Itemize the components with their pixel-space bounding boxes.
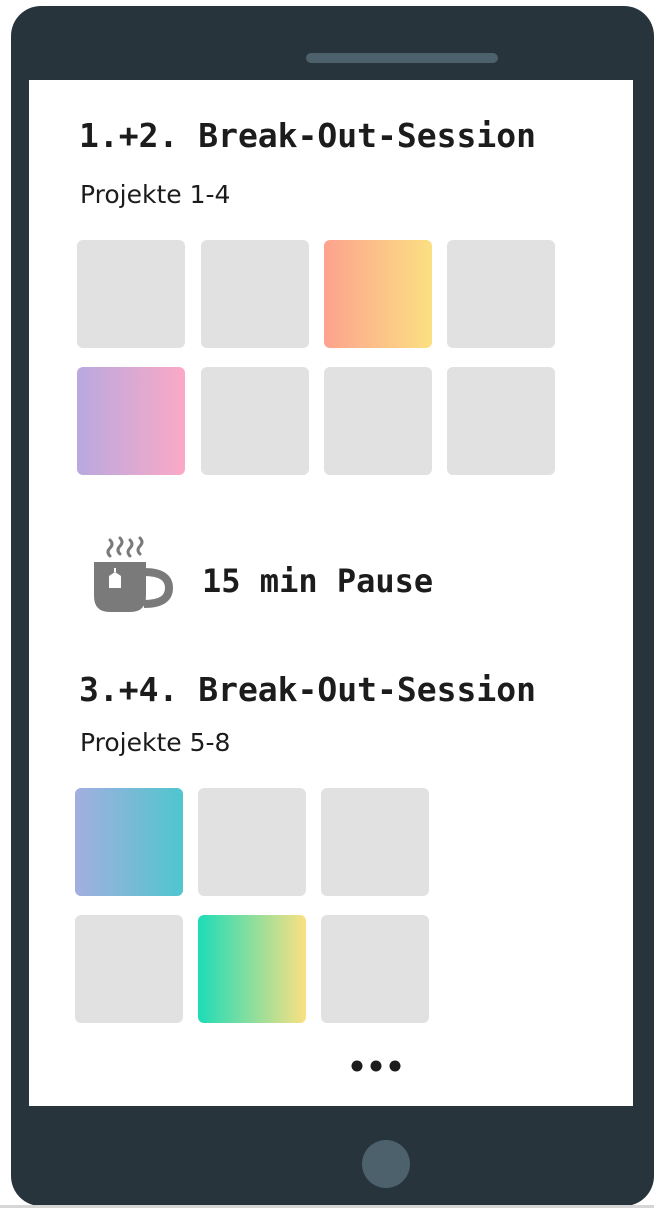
project-tile-highlighted[interactable] — [77, 367, 185, 475]
project-tile[interactable] — [77, 240, 185, 348]
project-tile[interactable] — [324, 367, 432, 475]
project-tile-highlighted[interactable] — [75, 788, 183, 896]
project-tile[interactable] — [321, 788, 429, 896]
pause-label: 15 min Pause — [202, 562, 434, 600]
project-tile[interactable] — [201, 240, 309, 348]
phone-screen: 1.+2. Break-Out-Session Projekte 1-4 15 … — [29, 80, 633, 1106]
ellipsis-icon[interactable] — [349, 1055, 405, 1077]
project-tile[interactable] — [447, 367, 555, 475]
project-tile-highlighted[interactable] — [198, 915, 306, 1023]
project-tile[interactable] — [198, 788, 306, 896]
session-2-subtitle: Projekte 5-8 — [80, 728, 231, 757]
session-2-title: 3.+4. Break-Out-Session — [79, 670, 536, 709]
session-1-title: 1.+2. Break-Out-Session — [79, 116, 536, 155]
home-button[interactable] — [362, 1140, 410, 1188]
session-1-subtitle: Projekte 1-4 — [80, 180, 231, 209]
phone-speaker — [306, 53, 498, 63]
project-tile[interactable] — [321, 915, 429, 1023]
project-tile-highlighted[interactable] — [324, 240, 432, 348]
coffee-cup-icon — [94, 536, 174, 612]
project-tile[interactable] — [447, 240, 555, 348]
project-tile[interactable] — [75, 915, 183, 1023]
project-tile[interactable] — [201, 367, 309, 475]
